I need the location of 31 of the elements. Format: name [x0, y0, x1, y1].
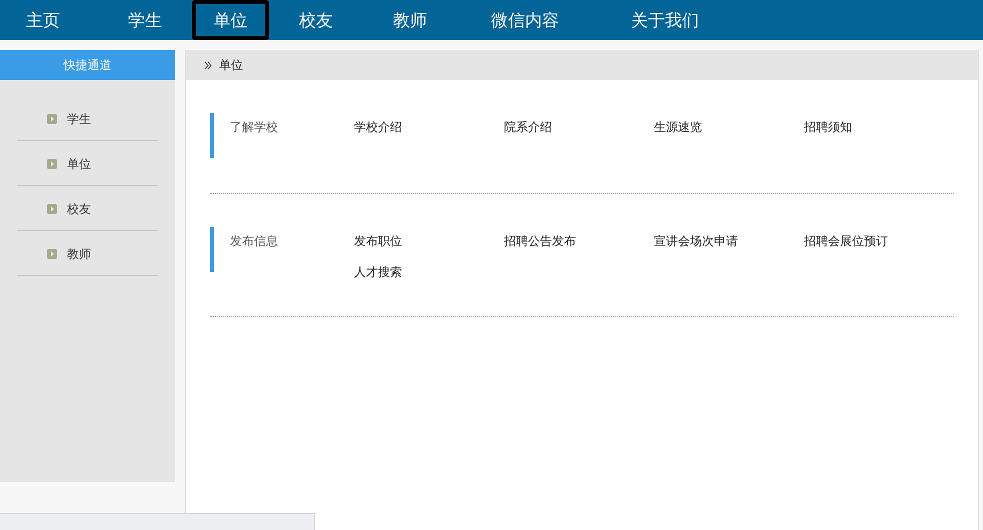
section-link[interactable]: 人才搜索: [354, 264, 504, 281]
section-marker: [210, 227, 214, 272]
section-link[interactable]: 学校介绍: [354, 119, 504, 158]
sidebar-item[interactable]: 单位: [17, 141, 158, 186]
section-label: 发布信息: [229, 233, 279, 250]
sidebar-title: 快捷通道: [0, 50, 175, 80]
play-icon: [47, 114, 57, 124]
nav-tab[interactable]: 单位: [192, 0, 269, 40]
section-link[interactable]: 招聘须知: [804, 119, 954, 158]
section-link[interactable]: 招聘公告发布: [504, 233, 654, 250]
section-link[interactable]: 招聘会展位预订: [804, 233, 954, 250]
sidebar-item[interactable]: 教师: [17, 231, 158, 276]
nav-tab[interactable]: 微信内容: [461, 0, 589, 40]
nav-tab[interactable]: 学生: [98, 0, 192, 40]
section-marker: [210, 113, 214, 158]
play-icon: [47, 204, 57, 214]
play-icon: [47, 249, 57, 259]
sidebar-item[interactable]: 学生: [17, 96, 158, 141]
section-link[interactable]: 发布职位: [354, 233, 504, 250]
chevron-icon: [204, 60, 212, 70]
breadcrumb-text: 单位: [219, 56, 243, 74]
play-icon: [47, 159, 57, 169]
section-label: 了解学校: [229, 119, 279, 136]
section-link[interactable]: 生源速览: [654, 119, 804, 158]
nav-tab[interactable]: 校友: [269, 0, 363, 40]
nav-tab[interactable]: 教师: [363, 0, 457, 40]
nav-tab[interactable]: 关于我们: [601, 0, 729, 40]
sidebar-item[interactable]: 校友: [17, 186, 158, 231]
section-link[interactable]: 院系介绍: [504, 119, 654, 158]
nav-tab[interactable]: 主页: [2, 0, 84, 40]
section-link[interactable]: 宣讲会场次申请: [654, 233, 804, 250]
